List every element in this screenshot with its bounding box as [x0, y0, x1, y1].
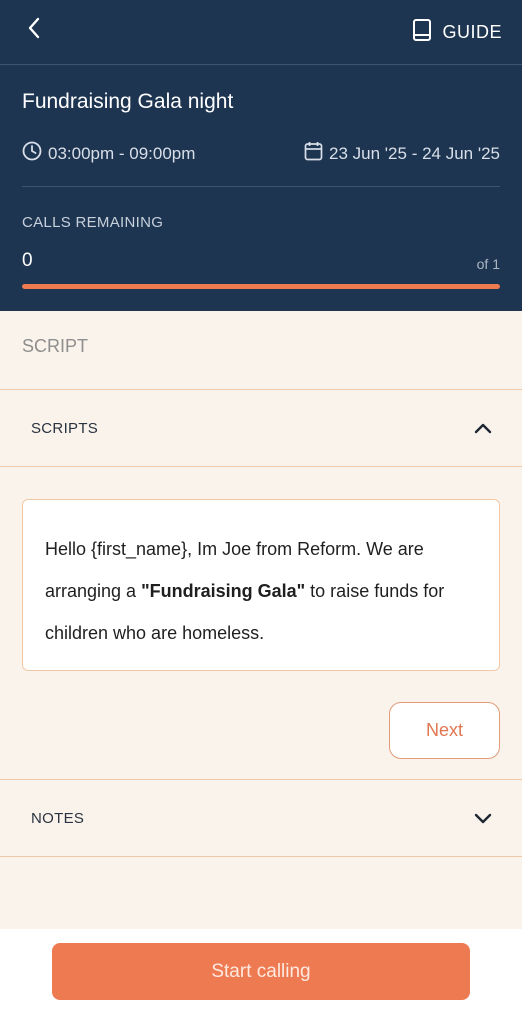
- book-icon: [412, 18, 432, 47]
- back-chevron-icon: [27, 17, 41, 44]
- calls-remaining-value: 0: [22, 250, 33, 271]
- calendar-icon: [304, 141, 323, 166]
- clock-icon: [22, 141, 42, 166]
- calls-total: of 1: [476, 256, 500, 272]
- start-calling-button[interactable]: Start calling: [52, 943, 470, 1000]
- back-button[interactable]: [18, 14, 50, 46]
- event-dates: 23 Jun '25 - 24 Jun '25: [304, 141, 500, 166]
- top-bar: GUIDE: [0, 0, 522, 65]
- script-text-card: Hello {first_name}, Im Joe from Reform. …: [22, 499, 500, 671]
- script-text-highlight: "Fundraising Gala": [141, 581, 306, 601]
- chevron-down-icon: [472, 807, 494, 829]
- event-time-text: 03:00pm - 09:00pm: [48, 143, 196, 163]
- scripts-accordion-header[interactable]: SCRIPTS: [0, 389, 522, 467]
- chevron-up-icon: [472, 417, 494, 439]
- event-time: 03:00pm - 09:00pm: [22, 141, 195, 166]
- event-title: Fundraising Gala night: [22, 90, 234, 113]
- script-section-label: SCRIPT: [22, 336, 89, 356]
- header-divider: [22, 186, 500, 187]
- calls-progress-fill: [22, 284, 500, 289]
- event-dates-text: 23 Jun '25 - 24 Jun '25: [329, 143, 500, 163]
- next-button[interactable]: Next: [389, 702, 500, 759]
- notes-accordion-title: NOTES: [31, 810, 85, 827]
- calls-progress-bar: [22, 284, 500, 289]
- guide-label: GUIDE: [442, 21, 502, 42]
- notes-accordion-header[interactable]: NOTES: [0, 779, 522, 857]
- guide-button[interactable]: GUIDE: [412, 16, 502, 48]
- calls-remaining-label: CALLS REMAINING: [22, 214, 164, 231]
- scripts-accordion-title: SCRIPTS: [31, 420, 99, 437]
- event-header: GUIDE Fundraising Gala night 03:00pm - 0…: [0, 0, 522, 311]
